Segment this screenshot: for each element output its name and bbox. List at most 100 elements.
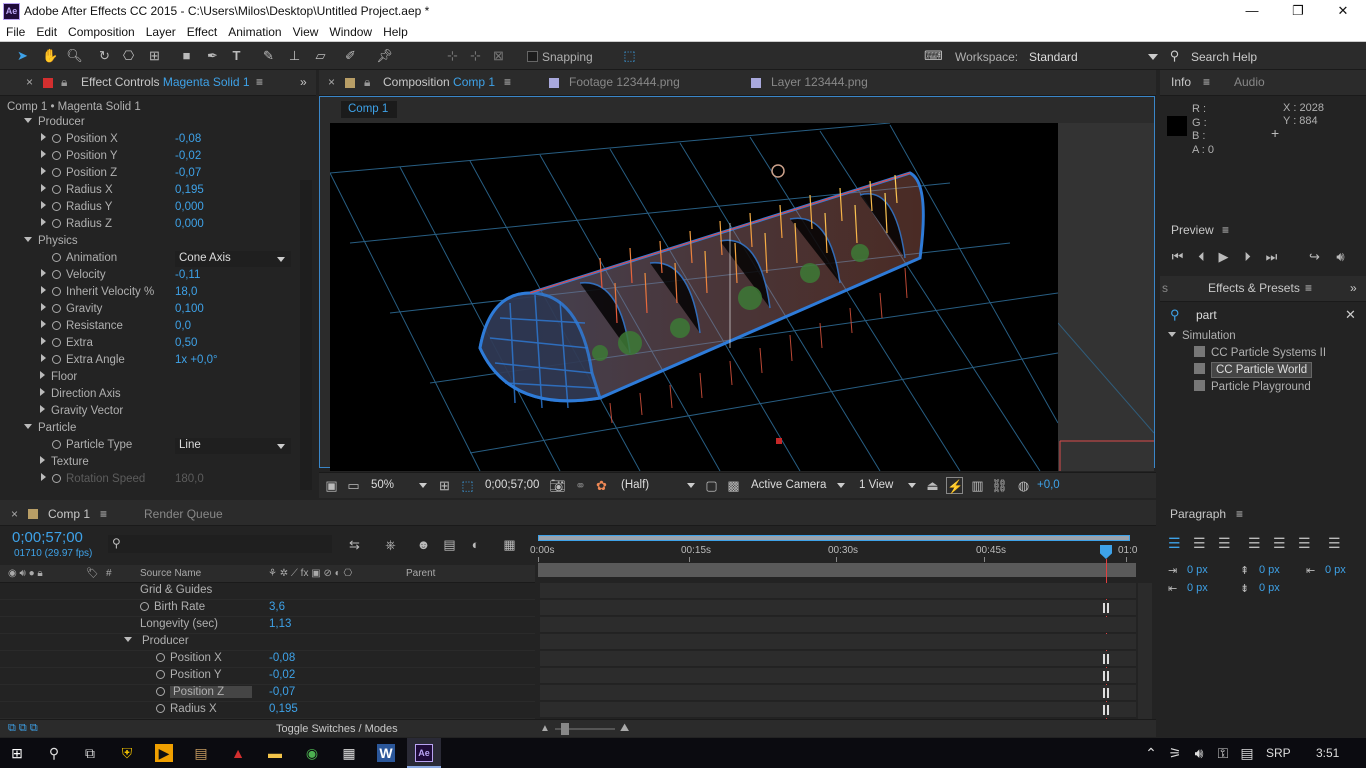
justify-last-left-icon[interactable]: ☰ xyxy=(1248,535,1261,552)
property-value[interactable]: 1x +0,0° xyxy=(175,354,218,366)
effect-property-row[interactable]: Gravity Vector xyxy=(0,404,300,421)
panel-menu-icon[interactable]: ≡ xyxy=(100,507,107,521)
effect-property-row[interactable]: Velocity -0,11 xyxy=(0,268,300,285)
always-preview-icon[interactable]: ▣ xyxy=(323,477,340,494)
effect-preset-item[interactable]: CC Particle Systems II xyxy=(1194,346,1364,363)
audio-tab[interactable]: Audio xyxy=(1234,75,1265,89)
comp-navigator-chip[interactable]: Comp 1 xyxy=(341,101,397,118)
justify-last-right-icon[interactable]: ☰ xyxy=(1298,535,1311,552)
property-value[interactable]: -0,11 xyxy=(175,269,200,281)
zoom-out-icon[interactable]: ▲ xyxy=(540,723,550,734)
last-frame-icon[interactable]: ⏭ xyxy=(1263,248,1280,265)
volume-icon[interactable]: 🔊︎ xyxy=(1190,744,1208,762)
flowchart-icon[interactable]: ⛓ xyxy=(991,477,1008,494)
property-value[interactable]: 0,50 xyxy=(175,337,197,349)
zoom-in-icon[interactable]: ⛰ xyxy=(620,722,629,735)
timeline-icon[interactable]: ▥ xyxy=(969,477,986,494)
exposure-icon[interactable]: ◍ xyxy=(1015,477,1032,494)
panel-menu-icon[interactable]: ≡ xyxy=(1305,281,1312,295)
tray-chevron-up-icon[interactable]: ⌃ xyxy=(1142,744,1160,762)
zoom-chevron-down-icon[interactable] xyxy=(419,483,427,488)
next-frame-icon[interactable]: ⏵ xyxy=(1239,248,1256,265)
zoom-dropdown[interactable]: 50% xyxy=(371,479,394,491)
time-navigator[interactable] xyxy=(538,563,1136,577)
effect-property-row[interactable]: Texture xyxy=(0,455,300,472)
windows-start-icon[interactable]: ⊞ xyxy=(8,744,26,762)
snapping-checkbox[interactable] xyxy=(527,51,538,62)
effect-property-row[interactable]: Inherit Velocity % 18,0 xyxy=(0,285,300,302)
composition-tab[interactable]: Composition Comp 1 xyxy=(383,75,495,89)
effect-property-row[interactable]: Radius Z 0,000 xyxy=(0,217,300,234)
effect-property-row[interactable]: Position X -0,08 xyxy=(0,132,300,149)
effect-preset-item[interactable]: CC Particle World xyxy=(1194,362,1364,380)
track-row[interactable] xyxy=(540,668,1136,684)
selection-tool-icon[interactable]: ➤ xyxy=(14,47,31,64)
roto-brush-tool-icon[interactable]: ✐ xyxy=(342,47,359,64)
menu-effect[interactable]: Effect xyxy=(181,23,222,39)
layer-tab[interactable]: Layer 123444.png xyxy=(771,75,868,89)
effect-property-row[interactable]: Gravity 0,100 xyxy=(0,302,300,319)
property-value[interactable]: 0,100 xyxy=(175,303,204,315)
brush-tool-icon[interactable]: ✎ xyxy=(260,47,277,64)
close-tab-icon[interactable]: × xyxy=(328,75,335,89)
menu-composition[interactable]: Composition xyxy=(62,23,140,39)
toggle-switches-modes-button[interactable]: Toggle Switches / Modes xyxy=(276,723,398,735)
menu-view[interactable]: View xyxy=(287,23,324,39)
current-time-display[interactable]: 0;00;57;00 xyxy=(485,479,539,491)
effect-property-row[interactable]: Radius Y 0,000 xyxy=(0,200,300,217)
align-right-icon[interactable]: ☰ xyxy=(1218,535,1231,552)
property-value[interactable]: 0,000 xyxy=(175,201,204,213)
effect-property-row[interactable]: Resistance 0,0 xyxy=(0,319,300,336)
effect-property-row[interactable]: Floor xyxy=(0,370,300,387)
transparency-grid-icon[interactable]: ▩ xyxy=(725,477,742,494)
comp-mini-flowchart-icon[interactable]: ⇆ xyxy=(346,536,363,553)
snapshot-camera-icon[interactable]: 📷︎ xyxy=(549,477,566,494)
mask-visibility-icon[interactable]: ⬚ xyxy=(459,477,476,494)
property-dropdown[interactable]: Line xyxy=(175,438,291,454)
menu-edit[interactable]: Edit xyxy=(30,23,62,39)
minimize-button[interactable]: — xyxy=(1229,0,1275,23)
menu-file[interactable]: File xyxy=(0,23,30,39)
panel-menu-icon[interactable]: ≡ xyxy=(1222,223,1229,237)
effect-property-row[interactable]: Extra Angle 1x +0,0° xyxy=(0,353,300,370)
camera-tool-icon[interactable]: ⎔ xyxy=(120,47,137,64)
media-player-icon[interactable]: ▶ xyxy=(155,744,173,762)
close-button[interactable]: ✕ xyxy=(1320,0,1366,23)
effect-property-row[interactable]: Particle xyxy=(0,421,300,438)
effect-property-row[interactable]: Radius X 0,195 xyxy=(0,183,300,200)
effect-preset-item[interactable]: Particle Playground xyxy=(1194,380,1364,397)
notifications-icon[interactable]: ▤ xyxy=(1238,744,1256,762)
hand-tool-icon[interactable]: ✋ xyxy=(42,47,59,64)
space-after-value[interactable]: 0 px xyxy=(1259,582,1280,594)
effect-property-row[interactable]: Direction Axis xyxy=(0,387,300,404)
track-row[interactable] xyxy=(540,651,1136,667)
language-indicator[interactable]: SRP xyxy=(1266,746,1291,760)
track-row[interactable] xyxy=(540,634,1136,650)
world-axis-icon[interactable]: ⊹ xyxy=(467,47,484,64)
property-value[interactable]: 0,000 xyxy=(175,218,204,230)
render-queue-tab[interactable]: Render Queue xyxy=(144,507,223,521)
menu-window[interactable]: Window xyxy=(323,23,377,39)
panel-menu-icon[interactable]: ≡ xyxy=(1203,75,1210,89)
previous-frame-icon[interactable]: ⏴ xyxy=(1193,248,1210,265)
current-timecode[interactable]: 0;00;57;00 xyxy=(12,529,83,546)
local-axis-icon[interactable]: ⊹ xyxy=(444,47,461,64)
panel-menu-icon[interactable]: ≡ xyxy=(1236,507,1243,521)
monitor-icon[interactable]: ▭ xyxy=(345,477,362,494)
region-of-interest-icon[interactable]: ▢ xyxy=(703,477,720,494)
title-action-safe-icon[interactable]: ⊞ xyxy=(436,477,453,494)
property-value[interactable]: -0,02 xyxy=(175,150,201,162)
property-dropdown[interactable]: Cone Axis xyxy=(175,251,291,267)
view-layout-chevron-down-icon[interactable] xyxy=(908,483,916,488)
info-tab[interactable]: Info xyxy=(1171,75,1191,89)
comp-canvas[interactable] xyxy=(330,123,1058,471)
motion-blur-icon[interactable]: ◐ xyxy=(467,536,484,553)
menu-animation[interactable]: Animation xyxy=(222,23,286,39)
view-axis-icon[interactable]: ⊠ xyxy=(490,47,507,64)
app-shield-icon[interactable]: ⛨ xyxy=(118,744,136,762)
toggle-pixel-aspect-icon[interactable]: ⏏ xyxy=(924,477,941,494)
draft-3d-icon[interactable]: ⎈ xyxy=(382,536,399,553)
workspace-chevron-down-icon[interactable] xyxy=(1148,54,1158,60)
property-value[interactable]: -0,07 xyxy=(175,167,201,179)
clone-stamp-tool-icon[interactable]: ⊥ xyxy=(286,47,303,64)
